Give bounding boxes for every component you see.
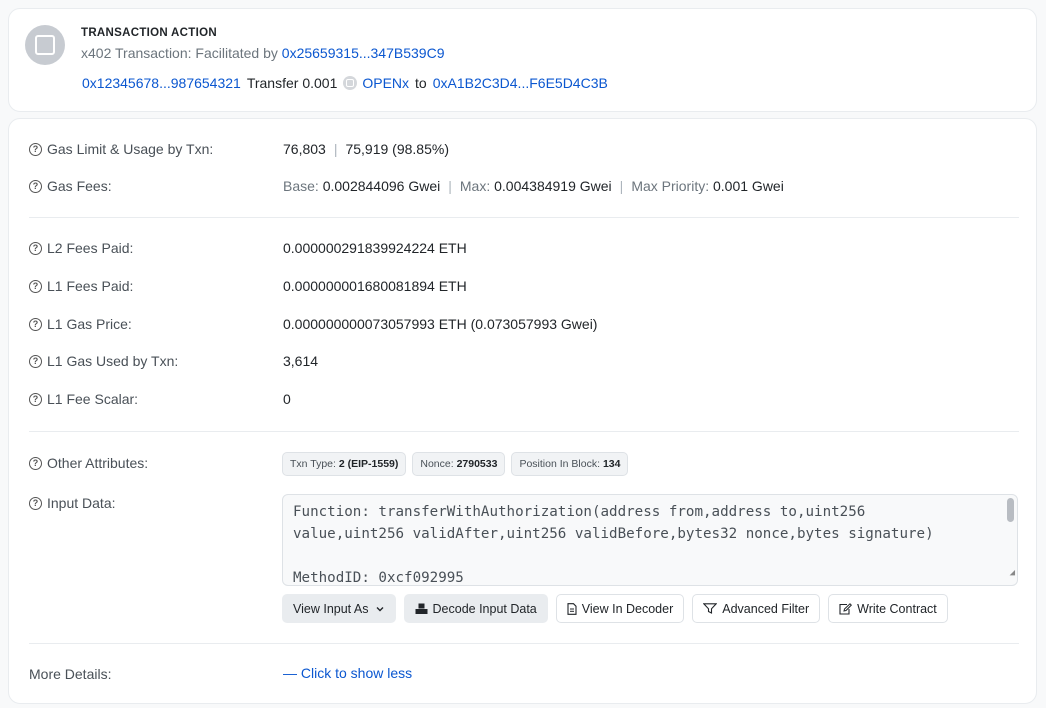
question-circle-icon[interactable]: ? bbox=[29, 456, 42, 470]
gas-fees-row: ? Gas Fees: bbox=[29, 176, 112, 196]
l1-fees-row: ? L1 Fees Paid: bbox=[29, 276, 133, 296]
action-facilitated-line: x402 Transaction: Facilitated by 0x25659… bbox=[81, 45, 444, 61]
more-details-label: More Details: bbox=[29, 666, 112, 682]
to-text: to bbox=[415, 75, 427, 91]
token-icon bbox=[343, 76, 358, 90]
base-fee: 0.002844096 Gwei bbox=[322, 178, 441, 194]
attribute-badges: Txn Type: 2 (EIP-1559) Nonce: 2790533 Posi… bbox=[282, 452, 634, 476]
max-label: Max: bbox=[459, 178, 491, 194]
question-circle-icon[interactable]: ? bbox=[29, 496, 42, 510]
input-data-code: Function: transferWithAuthorization(addr… bbox=[293, 504, 934, 586]
action-title: TRANSACTION ACTION bbox=[81, 27, 217, 39]
cubes-icon bbox=[415, 603, 428, 615]
gas-fees-label: ? Gas Fees: bbox=[29, 178, 112, 194]
more-details-row: More Details: bbox=[29, 664, 111, 684]
l1-fee-scalar-row: ? L1 Fee Scalar: bbox=[29, 389, 138, 409]
question-circle-icon[interactable]: ? bbox=[29, 241, 42, 255]
resize-handle-icon[interactable]: ◢ bbox=[1010, 562, 1015, 584]
input-data-row: ? Input Data: bbox=[29, 493, 116, 513]
question-circle-icon[interactable]: ? bbox=[29, 179, 42, 193]
edit-icon bbox=[839, 602, 853, 615]
gas-limit-value: 76,803 | 75,919 (98.85%) bbox=[283, 141, 449, 157]
max-fee: 0.004384919 Gwei bbox=[494, 178, 612, 194]
question-circle-icon[interactable]: ? bbox=[29, 354, 42, 368]
divider bbox=[29, 217, 1019, 218]
input-data-textarea[interactable]: Function: transferWithAuthorization(addr… bbox=[282, 494, 1018, 586]
l1-gas-used-label: ? L1 Gas Used by Txn: bbox=[29, 353, 178, 369]
action-prefix: x402 Transaction: Facilitated by bbox=[81, 45, 278, 61]
action-transfer-line: 0x12345678...987654321 Transfer 0.001 OP… bbox=[82, 75, 608, 91]
input-data-label: ? Input Data: bbox=[29, 495, 116, 511]
divider bbox=[29, 643, 1019, 644]
transaction-details-card: ? Gas Limit & Usage by Txn: 76,803 | 75,919… bbox=[8, 118, 1037, 704]
l1-gas-price-row: ? L1 Gas Price: bbox=[29, 314, 132, 334]
transaction-action-card: TRANSACTION ACTION x402 Transaction: Fac… bbox=[8, 8, 1037, 112]
gas-usage: 75,919 (98.85%) bbox=[345, 141, 449, 157]
action-avatar-icon bbox=[25, 25, 65, 65]
other-attributes-label: ? Other Attributes: bbox=[29, 455, 148, 471]
write-contract-button[interactable]: Write Contract bbox=[828, 594, 948, 623]
filter-icon bbox=[703, 603, 718, 614]
transfer-text: Transfer 0.001 bbox=[246, 75, 338, 91]
position-badge: Position In Block: 134 bbox=[511, 452, 629, 476]
l1-fees-value: 0.000000001680081894 ETH bbox=[283, 278, 467, 294]
facilitator-address-link[interactable]: 0x25659315...347B539C9 bbox=[282, 45, 445, 61]
advanced-filter-button[interactable]: Advanced Filter bbox=[692, 594, 821, 623]
from-address-link[interactable]: 0x12345678...987654321 bbox=[82, 75, 241, 91]
question-circle-icon[interactable]: ? bbox=[29, 279, 42, 293]
l1-gas-used-value: 3,614 bbox=[283, 353, 319, 369]
view-input-as-button[interactable]: View Input As bbox=[282, 594, 396, 623]
show-less-link[interactable]: — Click to show less bbox=[283, 665, 412, 681]
question-circle-icon[interactable]: ? bbox=[29, 317, 42, 331]
decode-input-data-button[interactable]: Decode Input Data bbox=[403, 594, 548, 623]
gas-limit-label: ? Gas Limit & Usage by Txn: bbox=[29, 141, 213, 157]
priority-fee: 0.001 Gwei bbox=[713, 178, 784, 194]
l2-fees-row: ? L2 Fees Paid: bbox=[29, 238, 133, 258]
l2-fees-label: ? L2 Fees Paid: bbox=[29, 240, 133, 256]
input-data-actions: View Input As Decode Input Data View In … bbox=[282, 594, 956, 623]
scrollbar-thumb[interactable] bbox=[1007, 498, 1014, 522]
gas-fees-value: Base: 0.002844096 Gwei | Max: 0.004384919 … bbox=[283, 178, 784, 194]
question-circle-icon[interactable]: ? bbox=[29, 142, 42, 156]
l1-gas-used-row: ? L1 Gas Used by Txn: bbox=[29, 351, 178, 371]
other-attributes-row: ? Other Attributes: bbox=[29, 453, 148, 473]
txn-type-badge: Txn Type: 2 (EIP-1559) bbox=[282, 452, 407, 476]
nonce-badge: Nonce: 2790533 bbox=[412, 452, 506, 476]
base-label: Base: bbox=[283, 178, 319, 194]
gas-limit-row: ? Gas Limit & Usage by Txn: bbox=[29, 139, 213, 159]
l1-gas-price-value: 0.000000000073057993 ETH (0.073057993 Gw… bbox=[283, 316, 598, 332]
to-address-link[interactable]: 0xA1B2C3D4...F6E5D4C3B bbox=[433, 75, 608, 91]
l1-fees-label: ? L1 Fees Paid: bbox=[29, 278, 133, 294]
gas-limit: 76,803 bbox=[283, 141, 326, 157]
file-icon bbox=[567, 602, 577, 615]
priority-label: Max Priority: bbox=[631, 178, 710, 194]
chevron-down-icon bbox=[375, 604, 385, 614]
l1-gas-price-label: ? L1 Gas Price: bbox=[29, 316, 132, 332]
l1-fee-scalar-label: ? L1 Fee Scalar: bbox=[29, 391, 138, 407]
l1-fee-scalar-value: 0 bbox=[283, 391, 291, 407]
l2-fees-value: 0.000000291839924224 ETH bbox=[283, 240, 467, 256]
divider bbox=[29, 431, 1019, 432]
token-link[interactable]: OPENx bbox=[362, 75, 409, 91]
view-in-decoder-button[interactable]: View In Decoder bbox=[555, 594, 685, 623]
question-circle-icon[interactable]: ? bbox=[29, 392, 42, 406]
